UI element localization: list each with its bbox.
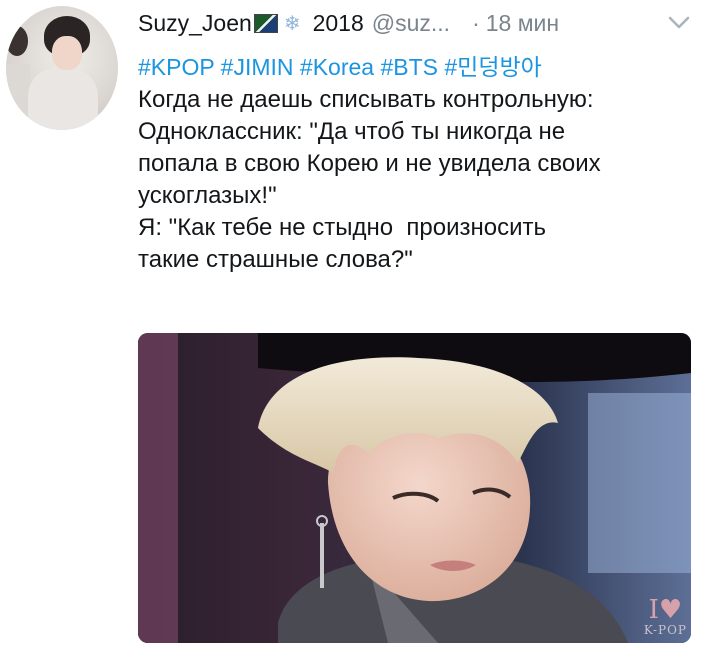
heart-icon: ♥ [658, 595, 683, 625]
tweet-line: Когда не даешь списывать контрольную: [138, 86, 594, 113]
chevron-down-icon[interactable] [665, 10, 693, 34]
avatar[interactable] [6, 6, 118, 130]
snowflake-icon: ❄ [283, 12, 301, 35]
flag-icon [253, 13, 278, 33]
tweet-line: такие страшные слова?" [138, 246, 413, 273]
tweet-line: попала в свою Корею и не увидела своих [138, 150, 601, 177]
tweet-line: Одноклассник: "Да чтоб ты никогда не [138, 118, 566, 145]
photo-illustration [138, 333, 691, 643]
user-handle[interactable]: @suz... [372, 10, 450, 37]
watermark-text: K-POP [643, 623, 687, 637]
tweet-text: Когда не даешь списывать контрольную: Од… [138, 84, 708, 276]
tweet-media-photo[interactable]: I♥ K-POP [138, 333, 691, 643]
watermark: I♥ K-POP [644, 597, 687, 637]
tweet-line: ускоглазых!" [138, 182, 277, 209]
tweet: Suzy_Joen ❄ 2018 @suz... · 18 мин #KPOP … [0, 0, 720, 668]
display-name[interactable]: Suzy_Joen [138, 10, 252, 37]
tweet-header: Suzy_Joen ❄ 2018 @suz... · 18 мин [138, 8, 559, 38]
separator-dot: · [472, 9, 480, 36]
watermark-letter: I [648, 595, 659, 625]
timestamp[interactable]: 18 мин [486, 10, 559, 37]
hashtags[interactable]: #KPOP #JIMIN #Korea #BTS #민덩방아 [138, 48, 542, 82]
name-suffix: 2018 [312, 9, 364, 36]
tweet-line: Я: "Как тебе не стыдно произносить [138, 214, 547, 241]
